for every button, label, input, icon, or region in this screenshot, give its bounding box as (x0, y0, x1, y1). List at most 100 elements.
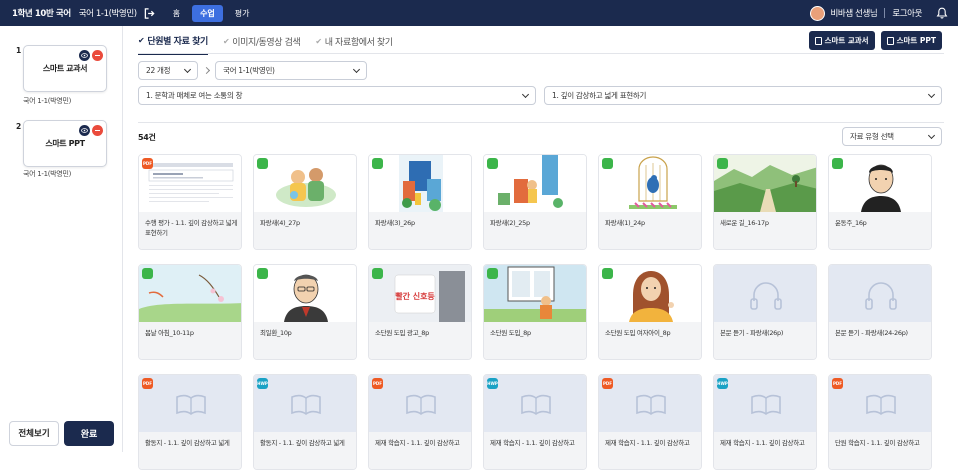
pdf-icon: PDF (602, 378, 613, 389)
card-title: 제재 학습지 - 1.1. 깊이 감상하고 (484, 432, 586, 469)
thumbnail (599, 155, 701, 212)
image-icon (487, 158, 498, 169)
chevron-down-icon (927, 131, 936, 140)
image-icon (372, 268, 383, 279)
resource-card[interactable]: 소단원 도입_8p (483, 264, 587, 360)
resource-card[interactable]: 윤동주_16p (828, 154, 932, 250)
check-icon: ✔ (222, 37, 230, 46)
menu-evaluation[interactable]: 평가 (227, 5, 258, 22)
tab-media-search[interactable]: ✔ 이미지/동영상 검색 (222, 32, 301, 55)
thumbnail (254, 155, 356, 212)
resource-card[interactable]: 파랑새(2)_25p (483, 154, 587, 250)
check-icon: ✔ (138, 36, 145, 45)
card-title: 본문 듣기 - 파랑새(26p) (714, 322, 816, 359)
thumbnail (139, 155, 241, 212)
eye-icon[interactable] (79, 50, 90, 61)
book-icon (176, 394, 206, 415)
view-all-button[interactable]: 전체보기 (9, 420, 59, 446)
hwp-icon: HWP (717, 378, 728, 389)
user-name[interactable]: 비바샘 선생님 (830, 7, 877, 19)
delete-icon[interactable] (92, 125, 103, 136)
chevron-down-icon (927, 90, 936, 99)
tab-label: 단원별 자료 찾기 (147, 37, 208, 47)
menu-class[interactable]: 수업 (192, 4, 223, 22)
card-title: 제재 학습지 - 1.1. 깊이 감상하고 (714, 432, 816, 469)
button-label: 스마트 교과서 (824, 36, 869, 45)
menu-home[interactable]: 홈 (165, 5, 188, 22)
resource-card[interactable]: HWP 제재 학습지 - 1.1. 깊이 감상하고 (713, 374, 817, 470)
card-title: 최일환_10p (254, 322, 356, 359)
resource-card[interactable]: 소단원 도입 여자아이_8p (598, 264, 702, 360)
resource-card[interactable]: PDF 수행 평가 - 1.1. 깊이 감상하고 넓게 표현하기 (138, 154, 242, 250)
resource-card[interactable]: 본문 듣기 - 파랑새(24-26p) (828, 264, 932, 360)
resource-card[interactable]: 파랑새(4)_27p (253, 154, 357, 250)
card-title: 스마트 교과서 (42, 64, 88, 73)
done-button[interactable]: 완료 (64, 420, 114, 446)
sidebar-item-label: 국어 1-1(박영민) (23, 97, 72, 105)
pdf-icon: PDF (832, 378, 843, 389)
subunit-select[interactable]: 1. 깊이 감상하고 넓게 표현하기 (544, 86, 942, 105)
resource-card[interactable]: PDF 제재 학습지 - 1.1. 깊이 감상하고 (368, 374, 472, 470)
select-value: 22 개정 (146, 66, 171, 75)
image-icon (832, 158, 843, 169)
card-title: 활동지 - 1.1. 깊이 감상하고 넓게 (139, 432, 241, 469)
smart-textbook-button[interactable]: 스마트 교과서 (808, 31, 875, 50)
resource-card[interactable]: PDF 활동지 - 1.1. 깊이 감상하고 넓게 (138, 374, 242, 470)
resource-card[interactable]: 파랑새(3)_26p (368, 154, 472, 250)
document-icon (886, 36, 894, 45)
resource-card[interactable]: 파랑새(1)_24p (598, 154, 702, 250)
hwp-icon: HWP (257, 378, 268, 389)
thumbnail (599, 375, 701, 432)
chevron-down-icon (521, 90, 530, 99)
filter-divider (138, 122, 944, 123)
thumbnail (829, 265, 931, 322)
card-title: 단원 학습지 - 1.1. 깊이 감상하고 (829, 432, 931, 469)
type-select[interactable]: 자료 유형 선택 (842, 127, 942, 146)
pdf-icon: PDF (142, 158, 153, 169)
avatar[interactable] (810, 5, 826, 21)
delete-icon[interactable] (92, 50, 103, 61)
thumbnail (369, 155, 471, 212)
eye-icon[interactable] (79, 125, 90, 136)
curriculum-select[interactable]: 22 개정 (138, 61, 198, 80)
image-icon (257, 158, 268, 169)
resource-card[interactable]: PDF 단원 학습지 - 1.1. 깊이 감상하고 (828, 374, 932, 470)
book-select[interactable]: 국어 1-1(박영민) (215, 61, 367, 80)
resource-card[interactable]: PDF 제재 학습지 - 1.1. 깊이 감상하고 (598, 374, 702, 470)
smart-textbook-card[interactable]: 스마트 교과서 (23, 45, 107, 92)
resource-card[interactable]: HWP 제재 학습지 - 1.1. 깊이 감상하고 (483, 374, 587, 470)
card-title: 윤동주_16p (829, 212, 931, 249)
tab-my-library[interactable]: ✔ 내 자료함에서 찾기 (315, 32, 393, 55)
tab-divider (138, 53, 944, 54)
tab-unit-search[interactable]: ✔ 단원별 자료 찾기 (138, 32, 208, 55)
card-title: 새로운 길_16-17p (714, 212, 816, 249)
card-title: 수행 평가 - 1.1. 깊이 감상하고 넓게 표현하기 (139, 212, 241, 249)
resource-card[interactable]: 새로운 길_16-17p (713, 154, 817, 250)
card-title: 소단원 도입 광고_8p (369, 322, 471, 359)
smart-ppt-button[interactable]: 스마트 PPT (880, 31, 942, 50)
resource-card[interactable]: 빨간 신호등 소단원 도입 광고_8p (368, 264, 472, 360)
image-icon (717, 158, 728, 169)
image-icon (487, 268, 498, 279)
chevron-down-icon (352, 65, 361, 74)
check-icon: ✔ (315, 37, 322, 46)
ad-text: 빨간 신호등 (395, 291, 435, 301)
unit-select[interactable]: 1. 문학과 매체로 여는 소통의 창 (138, 86, 536, 105)
resource-card[interactable]: HWP 활동지 - 1.1. 깊이 감상하고 넓게 (253, 374, 357, 470)
logout-button[interactable]: 로그아웃 (892, 7, 922, 19)
sidebar-item-label: 국어 1-1(박영민) (23, 170, 72, 178)
resource-card[interactable]: 최일환_10p (253, 264, 357, 360)
book-icon (866, 394, 896, 415)
smart-ppt-card[interactable]: 스마트 PPT (23, 120, 107, 167)
card-title: 파랑새(2)_25p (484, 212, 586, 249)
headphones-icon (865, 282, 897, 310)
chevron-down-icon (183, 65, 192, 74)
bell-icon[interactable] (936, 7, 948, 19)
document-icon (814, 36, 822, 45)
resource-card[interactable]: 봄날 아침_10-11p (138, 264, 242, 360)
tab-label: 내 자료함에서 찾기 (324, 38, 393, 48)
resource-card[interactable]: 본문 듣기 - 파랑새(26p) (713, 264, 817, 360)
thumbnail (714, 155, 816, 212)
exit-icon[interactable] (144, 7, 155, 19)
card-title: 본문 듣기 - 파랑새(24-26p) (829, 322, 931, 359)
